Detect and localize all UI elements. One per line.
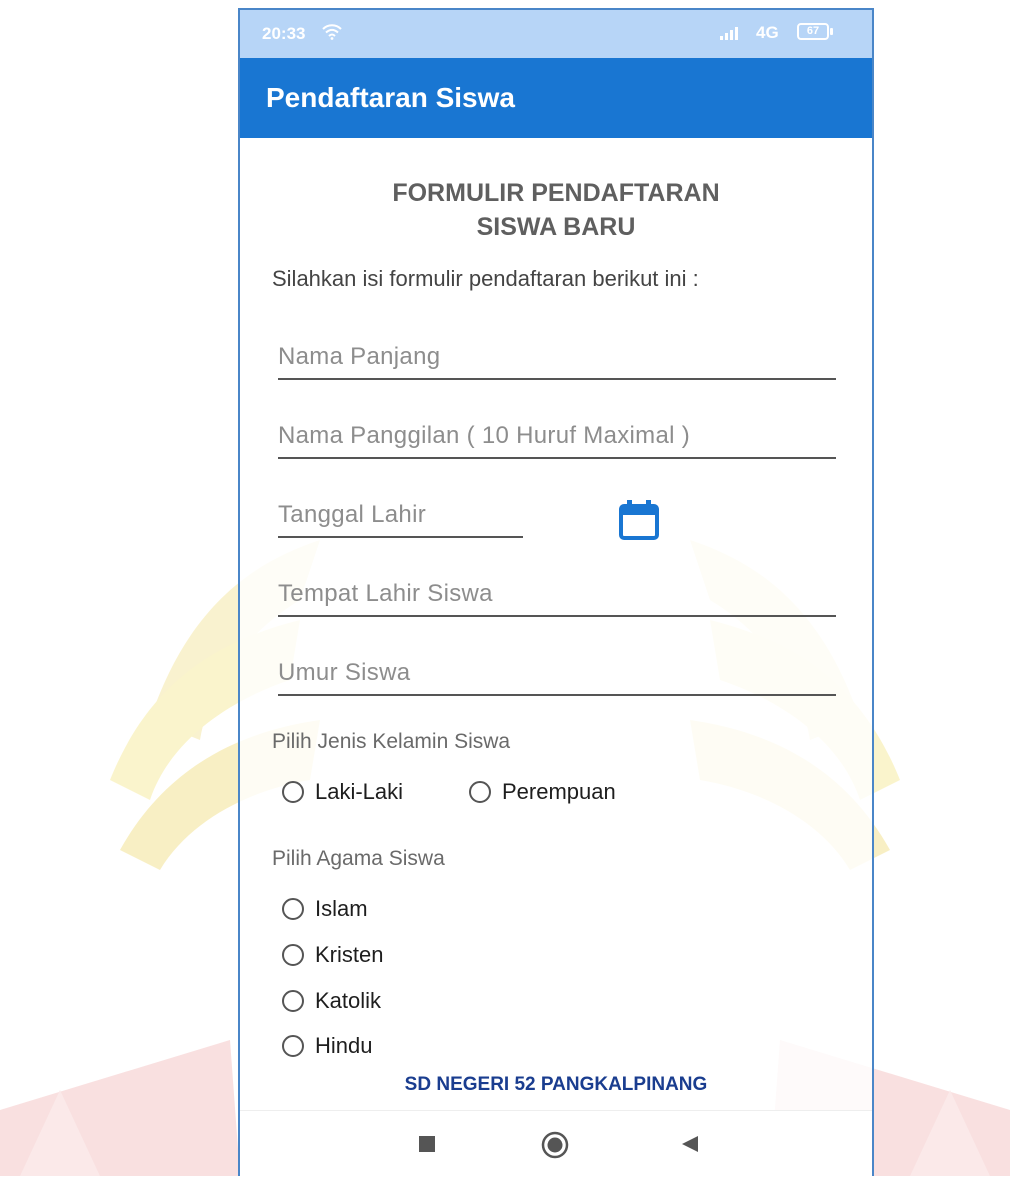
signal-icon (720, 27, 738, 40)
form-intro: Silahkan isi formulir pendaftaran beriku… (272, 266, 699, 291)
form-title-line2: SISWA BARU (476, 213, 636, 241)
tempat-lahir-input[interactable] (278, 575, 836, 613)
radio-laki-laki[interactable]: Laki-Laki (282, 779, 403, 805)
radio-label: Katolik (315, 988, 382, 1013)
school-name: SD NEGERI 52 PANGKALPINANG (404, 1074, 708, 1095)
radio-circle (282, 990, 304, 1012)
app-title: Pendaftaran Siswa (266, 82, 515, 113)
radio-kristen[interactable]: Kristen (282, 942, 383, 968)
recents-icon[interactable] (418, 1135, 436, 1153)
radio-label: Islam (315, 896, 368, 921)
tempat-lahir-field (278, 575, 836, 617)
status-time: 20:33 (262, 24, 306, 43)
nama-panggilan-field (278, 417, 836, 459)
radio-islam[interactable]: Islam (282, 896, 368, 922)
tanggal-lahir-field (278, 496, 523, 538)
radio-label: Hindu (315, 1033, 373, 1058)
form-title: FORMULIR PENDAFTARAN SISWA BARU (240, 176, 872, 244)
radio-katolik[interactable]: Katolik (282, 988, 381, 1014)
network-type: 4G (756, 23, 779, 42)
radio-hindu[interactable]: Hindu (282, 1033, 372, 1059)
form-title-line1: FORMULIR PENDAFTARAN (392, 179, 720, 207)
wifi-icon (322, 24, 342, 40)
gender-label: Pilih Jenis Kelamin Siswa (272, 730, 511, 753)
app-bar: Pendaftaran Siswa (240, 58, 872, 138)
home-icon[interactable] (541, 1131, 569, 1159)
radio-circle (282, 781, 304, 803)
status-bar: 20:33 4G 67 (240, 10, 872, 58)
radio-label: Perempuan (502, 779, 616, 804)
form-content: FORMULIR PENDAFTARAN SISWA BARU Silahkan… (240, 138, 872, 1181)
radio-perempuan[interactable]: Perempuan (469, 779, 616, 805)
battery-tip (830, 28, 833, 35)
calendar-icon[interactable] (618, 500, 660, 540)
radio-circle (469, 781, 491, 803)
radio-label: Kristen (315, 942, 384, 967)
nama-panjang-field (278, 338, 836, 380)
tanggal-lahir-input[interactable] (278, 496, 523, 534)
nama-panggilan-input[interactable] (278, 417, 836, 455)
umur-field (278, 654, 836, 696)
nama-panjang-input[interactable] (278, 338, 836, 376)
phone-screen: 20:33 4G 67 Pendaftaran Siswa FORMULIR P… (238, 8, 874, 1181)
radio-label: Laki-Laki (315, 779, 404, 804)
religion-label: Pilih Agama Siswa (272, 847, 445, 870)
radio-circle (282, 944, 304, 966)
nav-bar (240, 1110, 872, 1181)
umur-input[interactable] (278, 654, 836, 692)
radio-circle (282, 898, 304, 920)
battery-icon: 67 (797, 23, 829, 40)
back-icon[interactable] (680, 1134, 700, 1154)
radio-circle (282, 1035, 304, 1057)
